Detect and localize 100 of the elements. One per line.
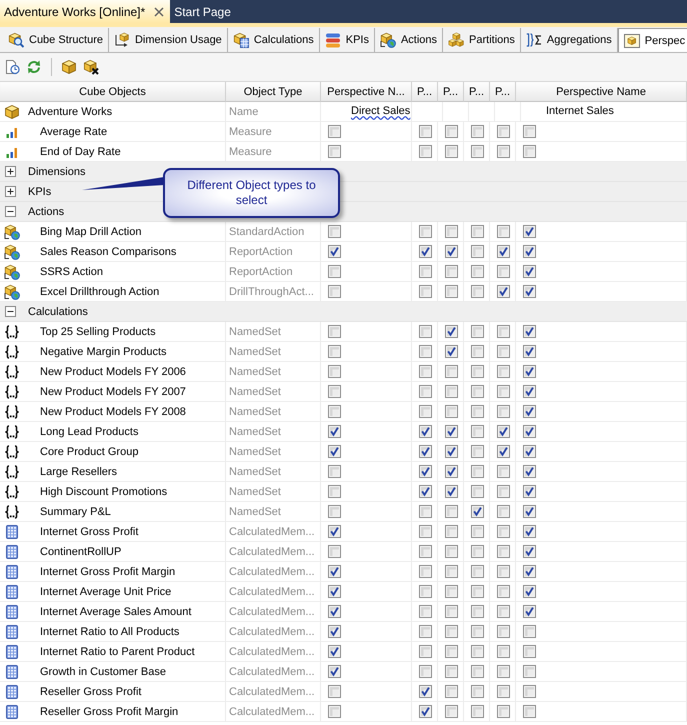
checkbox[interactable]: [419, 585, 432, 598]
checkbox[interactable]: [419, 365, 432, 378]
collapse-icon[interactable]: [5, 306, 16, 317]
designer-tab[interactable]: Actions: [374, 28, 444, 52]
checkbox[interactable]: [497, 605, 510, 618]
checkbox[interactable]: [328, 325, 341, 338]
perspective-name[interactable]: Internet Sales: [546, 102, 614, 120]
checkbox[interactable]: [419, 505, 432, 518]
checkbox[interactable]: [419, 345, 432, 358]
expand-icon[interactable]: [5, 186, 16, 197]
checkbox[interactable]: [328, 465, 341, 478]
designer-tab[interactable]: Perspec: [618, 28, 687, 52]
checkbox[interactable]: [445, 225, 458, 238]
checkbox[interactable]: [419, 245, 432, 258]
checkbox[interactable]: [523, 625, 536, 638]
checkbox[interactable]: [523, 705, 536, 718]
checkbox[interactable]: [497, 665, 510, 678]
checkbox[interactable]: [445, 545, 458, 558]
checkbox[interactable]: [445, 665, 458, 678]
checkbox[interactable]: [471, 405, 484, 418]
refresh-icon[interactable]: [26, 59, 42, 75]
checkbox[interactable]: [523, 125, 536, 138]
checkbox[interactable]: [471, 465, 484, 478]
checkbox[interactable]: [328, 705, 341, 718]
checkbox[interactable]: [523, 225, 536, 238]
checkbox[interactable]: [445, 705, 458, 718]
checkbox[interactable]: [471, 365, 484, 378]
checkbox[interactable]: [328, 485, 341, 498]
checkbox[interactable]: [419, 665, 432, 678]
checkbox[interactable]: [328, 345, 341, 358]
checkbox[interactable]: [497, 685, 510, 698]
checkbox[interactable]: [445, 245, 458, 258]
checkbox[interactable]: [471, 565, 484, 578]
document-tab[interactable]: Start Page: [170, 0, 237, 23]
perspective-name[interactable]: Direct Sales: [351, 102, 410, 120]
checkbox[interactable]: [497, 465, 510, 478]
checkbox[interactable]: [497, 385, 510, 398]
checkbox[interactable]: [419, 125, 432, 138]
checkbox[interactable]: [497, 565, 510, 578]
checkbox[interactable]: [471, 225, 484, 238]
designer-tab[interactable]: KPIs: [320, 28, 375, 52]
checkbox[interactable]: [445, 125, 458, 138]
checkbox[interactable]: [497, 345, 510, 358]
checkbox[interactable]: [497, 645, 510, 658]
checkbox[interactable]: [523, 445, 536, 458]
checkbox[interactable]: [328, 605, 341, 618]
checkbox[interactable]: [471, 585, 484, 598]
checkbox[interactable]: [471, 285, 484, 298]
checkbox[interactable]: [445, 285, 458, 298]
checkbox[interactable]: [445, 445, 458, 458]
checkbox[interactable]: [445, 505, 458, 518]
checkbox[interactable]: [471, 665, 484, 678]
checkbox[interactable]: [471, 505, 484, 518]
checkbox[interactable]: [497, 405, 510, 418]
collapse-icon[interactable]: [5, 206, 16, 217]
checkbox[interactable]: [471, 525, 484, 538]
checkbox[interactable]: [419, 525, 432, 538]
checkbox[interactable]: [497, 705, 510, 718]
checkbox[interactable]: [328, 245, 341, 258]
checkbox[interactable]: [419, 145, 432, 158]
checkbox[interactable]: [328, 545, 341, 558]
designer-tab[interactable]: Calculations: [228, 28, 320, 52]
checkbox[interactable]: [445, 345, 458, 358]
checkbox[interactable]: [523, 545, 536, 558]
checkbox[interactable]: [523, 145, 536, 158]
designer-tab[interactable]: Partitions: [443, 28, 521, 52]
checkbox[interactable]: [445, 585, 458, 598]
checkbox[interactable]: [523, 605, 536, 618]
checkbox[interactable]: [471, 145, 484, 158]
checkbox[interactable]: [419, 285, 432, 298]
checkbox[interactable]: [328, 225, 341, 238]
checkbox[interactable]: [471, 425, 484, 438]
checkbox[interactable]: [328, 425, 341, 438]
checkbox[interactable]: [523, 505, 536, 518]
checkbox[interactable]: [497, 545, 510, 558]
checkbox[interactable]: [419, 645, 432, 658]
checkbox[interactable]: [523, 365, 536, 378]
checkbox[interactable]: [328, 525, 341, 538]
checkbox[interactable]: [497, 525, 510, 538]
designer-tab[interactable]: Cube Structure: [3, 28, 109, 52]
checkbox[interactable]: [523, 405, 536, 418]
checkbox[interactable]: [471, 485, 484, 498]
checkbox[interactable]: [523, 685, 536, 698]
checkbox[interactable]: [471, 265, 484, 278]
checkbox[interactable]: [471, 705, 484, 718]
checkbox[interactable]: [445, 365, 458, 378]
checkbox[interactable]: [471, 685, 484, 698]
checkbox[interactable]: [445, 265, 458, 278]
checkbox[interactable]: [471, 245, 484, 258]
checkbox[interactable]: [497, 585, 510, 598]
checkbox[interactable]: [419, 485, 432, 498]
checkbox[interactable]: [328, 405, 341, 418]
checkbox[interactable]: [419, 625, 432, 638]
checkbox[interactable]: [328, 685, 341, 698]
checkbox[interactable]: [419, 465, 432, 478]
checkbox[interactable]: [497, 285, 510, 298]
checkbox[interactable]: [497, 245, 510, 258]
document-clock-icon[interactable]: [4, 59, 20, 75]
checkbox[interactable]: [497, 145, 510, 158]
checkbox[interactable]: [523, 345, 536, 358]
